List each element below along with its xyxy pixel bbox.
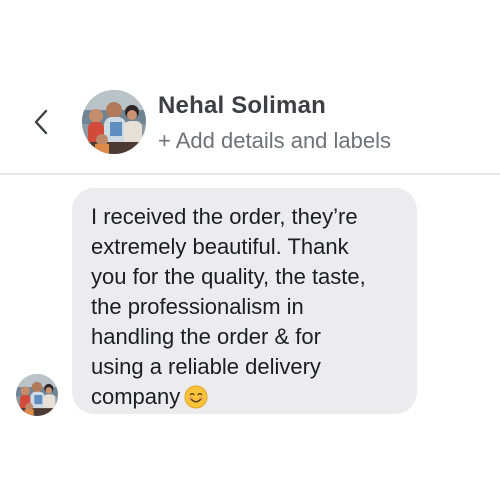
chat-header: Nehal Soliman + Add details and labels <box>0 0 500 175</box>
contact-name: Nehal Soliman <box>158 92 326 119</box>
sender-photo <box>16 374 58 416</box>
message-bubble[interactable]: I received the order, they’re extremely … <box>72 188 417 414</box>
chat-screen: Nehal Soliman + Add details and labels I… <box>0 0 500 500</box>
header-divider <box>0 173 500 175</box>
message-text: I received the order, they’re extremely … <box>91 204 366 409</box>
message-content: I received the order, they’re extremely … <box>91 202 399 417</box>
smiling-face-icon <box>184 385 208 417</box>
chevron-left-icon <box>34 109 48 135</box>
contact-avatar[interactable] <box>82 90 146 154</box>
back-button[interactable] <box>26 106 56 138</box>
sender-avatar[interactable] <box>16 374 58 416</box>
add-details-link[interactable]: + Add details and labels <box>158 128 391 154</box>
contact-photo <box>82 90 146 154</box>
